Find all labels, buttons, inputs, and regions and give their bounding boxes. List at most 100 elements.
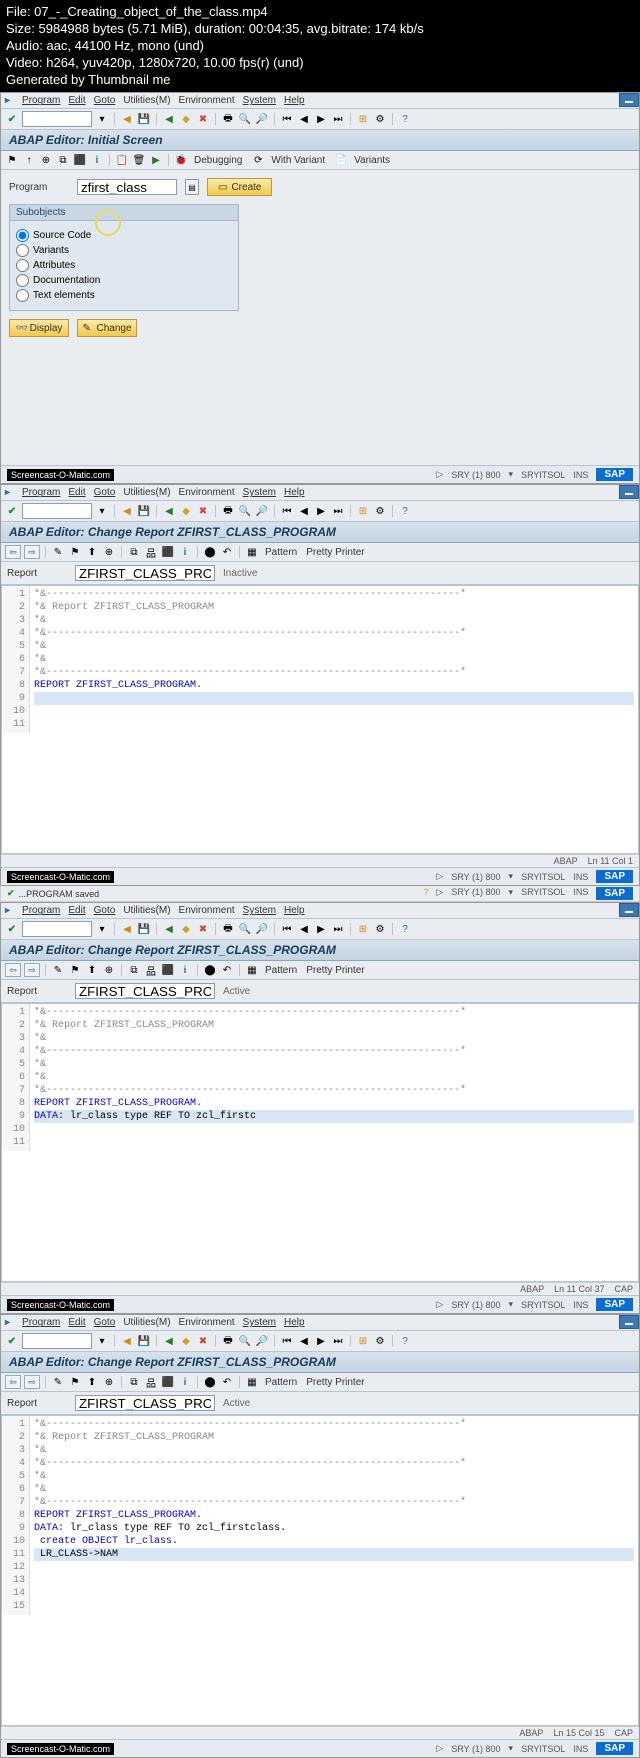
report-name-input[interactable] [75, 565, 215, 581]
nav-fwd-icon[interactable]: ⇨ [24, 545, 40, 559]
print-icon[interactable]: 🖶 [221, 112, 235, 126]
hier-icon[interactable]: 品 [144, 545, 158, 559]
menu-expand-icon[interactable]: ▸ [5, 487, 10, 498]
enter-icon[interactable]: ✔ [5, 112, 19, 126]
activate-icon[interactable]: ↑ [22, 153, 36, 167]
exit-icon[interactable]: ◆ [179, 922, 193, 936]
info-icon[interactable]: i [90, 153, 104, 167]
menu-program[interactable]: Program [22, 487, 60, 498]
report-name-input[interactable] [75, 983, 215, 999]
execute-icon[interactable]: ⊕ [102, 545, 116, 559]
menu-edit[interactable]: Edit [68, 487, 85, 498]
check-icon[interactable]: ⚑ [68, 545, 82, 559]
newsession-icon[interactable]: ⊞ [356, 112, 370, 126]
findnext-icon[interactable]: 🔎 [255, 504, 269, 518]
back-icon[interactable]: ◀ [162, 504, 176, 518]
layout-icon[interactable]: ⚙ [373, 112, 387, 126]
variants-icon[interactable]: 📄 [334, 153, 348, 167]
code-editor[interactable]: 1234567891011 *&------------------------… [1, 1003, 639, 1282]
back-icon[interactable]: ◀ [162, 112, 176, 126]
menu-expand-icon[interactable]: ▸ [5, 905, 10, 916]
disk-icon[interactable]: 💾 [137, 504, 151, 518]
radio-text-elements[interactable]: Text elements [16, 289, 232, 302]
execute-icon[interactable]: ⊕ [39, 153, 53, 167]
nav-fwd-icon[interactable]: ⇨ [24, 1375, 40, 1389]
minimize-button[interactable] [619, 1315, 639, 1329]
radio-variants[interactable]: Variants [16, 244, 232, 257]
minimize-button[interactable] [619, 93, 639, 107]
layout-icon[interactable]: ⚙ [373, 504, 387, 518]
command-field[interactable] [22, 921, 92, 937]
create-button[interactable]: ▭Create [207, 178, 272, 196]
menu-help[interactable]: Help [284, 487, 305, 498]
radio-documentation[interactable]: Documentation [16, 274, 232, 287]
display-button[interactable]: 👓Display [9, 319, 69, 337]
dropdown-icon[interactable]: ▾ [95, 504, 109, 518]
help-icon[interactable]: ? [398, 112, 412, 126]
radio-attributes[interactable]: Attributes [16, 259, 232, 272]
find-icon[interactable]: 🔍 [238, 112, 252, 126]
debugging-label[interactable]: Debugging [194, 155, 242, 166]
f4-help-icon[interactable]: ▤ [185, 179, 199, 195]
report-name-input[interactable] [75, 1395, 215, 1411]
back-icon[interactable]: ◀ [162, 922, 176, 936]
firstpage-icon[interactable]: ⏮ [280, 112, 294, 126]
findnext-icon[interactable]: 🔎 [255, 112, 269, 126]
save-icon[interactable]: ◀ [120, 922, 134, 936]
enter-icon[interactable]: ✔ [5, 1334, 19, 1348]
other-icon[interactable]: ✎ [51, 545, 65, 559]
obj-icon[interactable]: ⬛ [161, 545, 175, 559]
help-icon[interactable]: ? [398, 504, 412, 518]
info-icon[interactable]: i [178, 545, 192, 559]
enter-icon[interactable]: ✔ [5, 922, 19, 936]
variants-label[interactable]: Variants [354, 155, 390, 166]
menu-goto[interactable]: Goto [94, 487, 116, 498]
menu-environment[interactable]: Environment [179, 487, 235, 498]
cancel-icon[interactable]: ✖ [196, 504, 210, 518]
newsession-icon[interactable]: ⊞ [356, 504, 370, 518]
code-editor[interactable]: 123456789101112131415 *&----------------… [1, 1415, 639, 1726]
save2-icon[interactable]: 💾 [137, 112, 151, 126]
cancel-icon[interactable]: ✖ [196, 112, 210, 126]
minimize-button[interactable] [619, 903, 639, 917]
minimize-button[interactable] [619, 485, 639, 499]
delete-icon[interactable]: 🗑 [132, 153, 146, 167]
disk-icon[interactable]: 💾 [137, 922, 151, 936]
menu-system[interactable]: System [243, 487, 276, 498]
copy-icon[interactable]: 📋 [115, 153, 129, 167]
pattern-label[interactable]: Pattern [265, 547, 297, 558]
withvariant-label[interactable]: With Variant [271, 155, 325, 166]
program-input[interactable] [77, 179, 177, 195]
menu-help[interactable]: Help [284, 95, 305, 106]
save-icon[interactable]: ◀ [120, 112, 134, 126]
obj-icon[interactable]: ⬛ [73, 153, 87, 167]
nav-back-icon[interactable]: ⇦ [5, 1375, 21, 1389]
menu-expand-icon[interactable]: ▸ [5, 95, 10, 106]
activate-icon[interactable]: ⬆ [85, 545, 99, 559]
nextpage-icon[interactable]: ▶ [314, 504, 328, 518]
enter-icon[interactable]: ✔ [5, 504, 19, 518]
check-icon[interactable]: ⚑ [5, 153, 19, 167]
firstpage-icon[interactable]: ⏮ [280, 504, 294, 518]
exit-icon[interactable]: ◆ [179, 112, 193, 126]
run-icon[interactable]: ▶ [149, 153, 163, 167]
menu-goto[interactable]: Goto [94, 95, 116, 106]
where-used-icon[interactable]: ⧉ [56, 153, 70, 167]
menu-utilities[interactable]: Utilities(M) [123, 95, 170, 106]
nav-fwd-icon[interactable]: ⇨ [24, 963, 40, 977]
find-icon[interactable]: 🔍 [238, 504, 252, 518]
print-icon[interactable]: 🖶 [221, 504, 235, 518]
save-icon[interactable]: ◀ [120, 504, 134, 518]
debug-toggle-icon[interactable]: 🐞 [174, 153, 188, 167]
menu-system[interactable]: System [243, 95, 276, 106]
change-button[interactable]: ✎Change [77, 319, 137, 337]
undo-icon[interactable]: ↶ [220, 545, 234, 559]
command-field[interactable] [22, 503, 92, 519]
radio-source-code[interactable]: Source Code [16, 229, 232, 242]
menu-environment[interactable]: Environment [179, 95, 235, 106]
cancel-icon[interactable]: ✖ [196, 922, 210, 936]
withvariant-icon[interactable]: ⟳ [251, 153, 265, 167]
menu-utilities[interactable]: Utilities(M) [123, 487, 170, 498]
bp-icon[interactable]: ⬤ [203, 545, 217, 559]
code-editor[interactable]: 1234567891011 *&------------------------… [1, 585, 639, 854]
